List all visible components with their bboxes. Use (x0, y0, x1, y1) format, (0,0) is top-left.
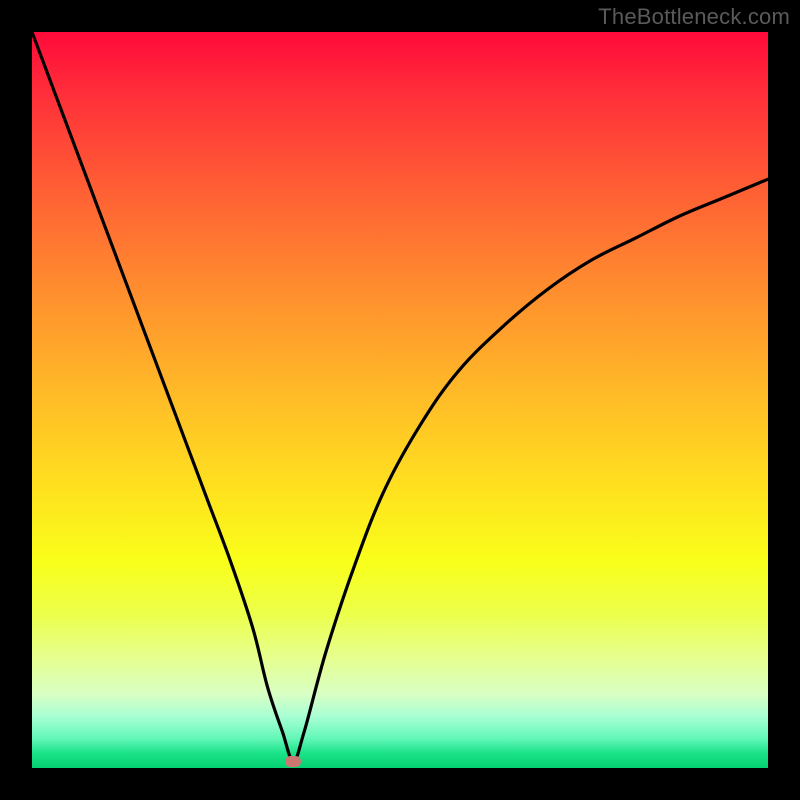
optimal-point-marker (285, 756, 301, 767)
chart-frame: TheBottleneck.com (0, 0, 800, 800)
watermark-text: TheBottleneck.com (598, 4, 790, 30)
plot-area (32, 32, 768, 768)
bottleneck-curve (32, 32, 768, 768)
curve-path (32, 32, 768, 761)
